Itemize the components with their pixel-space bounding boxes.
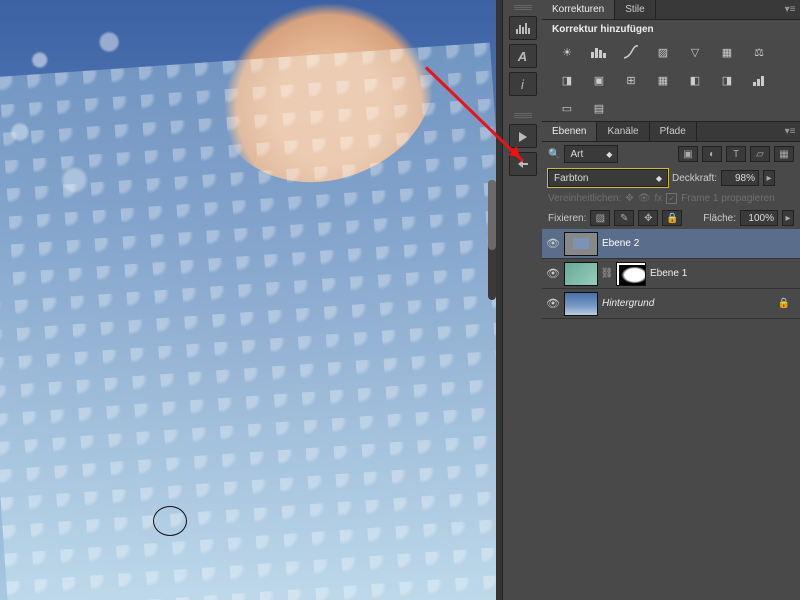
exposure-icon[interactable]: ▨ <box>652 43 674 61</box>
layer-mask-thumb[interactable] <box>616 262 646 286</box>
blend-mode-value: Farbton <box>554 173 588 184</box>
levels-icon[interactable] <box>588 43 610 61</box>
panel-menu-icon[interactable]: ▾≡ <box>784 126 796 138</box>
blend-mode-dropdown[interactable]: Farbton◆ <box>548 169 668 187</box>
opacity-label: Deckkraft: <box>672 173 717 184</box>
fill-label: Fläche: <box>703 213 736 224</box>
lock-icon: 🔒 <box>778 298 790 309</box>
layer-name[interactable]: Ebene 1 <box>650 268 687 279</box>
unify-label: Vereinheitlichen: <box>548 193 621 204</box>
right-panels: Korrekturen Stile ▾≡ Korrektur hinzufüge… <box>542 0 800 600</box>
unify-vis-icon[interactable]: 👁 <box>638 193 651 204</box>
layer-name[interactable]: Hintergrund <box>602 298 654 309</box>
fill-flyout-icon[interactable]: ▸ <box>782 210 794 226</box>
curves-icon[interactable] <box>620 43 642 61</box>
brush-cursor <box>153 506 187 536</box>
adjustments-grid: ☀ ▨ ▽ ▦ ⚖ ◨ ▣ ⊞ ▦ ◧ ◨ ▭ ▤ <box>542 39 800 121</box>
opacity-field[interactable]: 98% <box>721 170 759 186</box>
panel-menu-icon[interactable]: ▾≡ <box>784 4 796 16</box>
actions-icon[interactable] <box>509 124 537 148</box>
lock-fill-row: Fixieren: ▨ ✎ ✥ 🔒 Fläche: 100% ▸ <box>542 207 800 229</box>
filter-kind-dropdown[interactable]: Art◆ <box>564 145 618 163</box>
channel-mixer-icon[interactable]: ⊞ <box>620 71 642 89</box>
gradient-map-icon[interactable]: ▭ <box>556 99 578 117</box>
layer-thumb[interactable] <box>564 292 598 316</box>
smart-filter-icon[interactable]: ▦ <box>774 146 794 162</box>
photo-bubblewrap <box>0 43 496 600</box>
tab-ebenen[interactable]: Ebenen <box>542 122 597 141</box>
lock-label: Fixieren: <box>548 213 586 224</box>
unify-style-icon[interactable]: fx <box>654 193 662 204</box>
type-filter-icon[interactable]: T <box>726 146 746 162</box>
visibility-toggle-icon[interactable]: 👁 <box>546 237 560 251</box>
collapsed-panel-dock: A i <box>502 0 542 600</box>
blend-opacity-row: Farbton◆ Deckkraft: 98% ▸ <box>542 166 800 190</box>
tab-stile[interactable]: Stile <box>615 0 655 19</box>
layers-list: 👁 Ebene 2 👁 ⛓ Ebene 1 👁 Hintergrund 🔒 <box>542 229 800 600</box>
histogram-icon[interactable] <box>509 16 537 40</box>
adjust-filter-icon[interactable]: ◐ <box>702 146 722 162</box>
canvas-image <box>0 0 496 600</box>
lock-all-icon[interactable]: 🔒 <box>662 210 682 226</box>
layer-row[interactable]: 👁 Hintergrund 🔒 <box>542 289 800 319</box>
layer-name[interactable]: Ebene 2 <box>602 238 639 249</box>
color-balance-icon[interactable]: ⚖ <box>748 43 770 61</box>
layer-filter-row: 🔍 Art◆ ▣ ◐ T ▱ ▦ <box>542 142 800 166</box>
tab-pfade[interactable]: Pfade <box>650 122 697 141</box>
unify-pos-icon[interactable]: ✥ <box>625 193 633 204</box>
color-lookup-icon[interactable]: ▦ <box>652 71 674 89</box>
tab-korrekturen[interactable]: Korrekturen <box>542 0 615 19</box>
hsl-icon[interactable]: ▦ <box>716 43 738 61</box>
image-filter-icon[interactable]: ▣ <box>678 146 698 162</box>
canvas-viewport[interactable]: ebenmaske/8) <box>0 0 496 600</box>
vibrance-icon[interactable]: ▽ <box>684 43 706 61</box>
propagate-checkbox[interactable]: ✓ <box>666 193 677 204</box>
lock-move-icon[interactable]: ✥ <box>638 210 658 226</box>
adjustments-tabbar: Korrekturen Stile ▾≡ <box>542 0 800 20</box>
info-icon[interactable]: i <box>509 72 537 96</box>
character-icon[interactable]: A <box>509 44 537 68</box>
layer-thumb[interactable] <box>564 262 598 286</box>
visibility-toggle-icon[interactable]: 👁 <box>546 267 560 281</box>
vertical-scrollbar[interactable] <box>488 180 496 300</box>
posterize-icon[interactable]: ▤ <box>588 99 610 117</box>
layer-row[interactable]: 👁 Ebene 2 <box>542 229 800 259</box>
photo-filter-icon[interactable]: ▣ <box>588 71 610 89</box>
propagate-label: Frame 1 propagieren <box>681 193 774 204</box>
opacity-flyout-icon[interactable]: ▸ <box>763 170 775 186</box>
adjustments-title: Korrektur hinzufügen <box>542 20 800 39</box>
shape-filter-icon[interactable]: ▱ <box>750 146 770 162</box>
layer-row[interactable]: 👁 ⛓ Ebene 1 <box>542 259 800 289</box>
lock-pixels-icon[interactable]: ▨ <box>590 210 610 226</box>
layers-tabbar: Ebenen Kanäle Pfade ▾≡ <box>542 122 800 142</box>
tab-kanaele[interactable]: Kanäle <box>597 122 649 141</box>
invert-icon[interactable]: ◧ <box>684 71 706 89</box>
selective-color-icon[interactable] <box>748 71 770 89</box>
visibility-toggle-icon[interactable]: 👁 <box>546 297 560 311</box>
fill-field[interactable]: 100% <box>740 210 778 226</box>
brightness-contrast-icon[interactable]: ☀ <box>556 43 578 61</box>
black-white-icon[interactable]: ◨ <box>556 71 578 89</box>
unify-row: Vereinheitlichen: ✥ 👁 fx ✓ Frame 1 propa… <box>542 190 800 207</box>
lock-position-icon[interactable]: ✎ <box>614 210 634 226</box>
layer-thumb[interactable] <box>564 232 598 256</box>
mask-link-icon[interactable]: ⛓ <box>602 267 612 281</box>
threshold-icon[interactable]: ◨ <box>716 71 738 89</box>
